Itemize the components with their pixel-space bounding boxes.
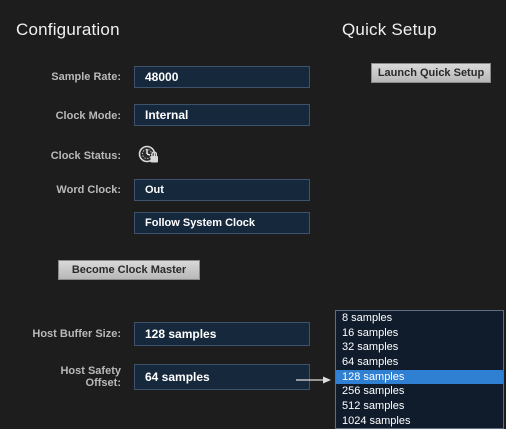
dropdown-option[interactable]: 32 samples (336, 340, 503, 355)
arrow-right-icon (296, 376, 331, 384)
configuration-title: Configuration (16, 20, 120, 39)
launch-quick-setup-button[interactable]: Launch Quick Setup (371, 63, 491, 83)
host-buffer-size-field[interactable]: 128 samples (134, 322, 310, 346)
host-safety-offset-label-line1: Host Safety (60, 365, 121, 377)
clock-locked-icon (138, 145, 158, 163)
dropdown-option[interactable]: 8 samples (336, 311, 503, 326)
clock-status-label: Clock Status: (50, 150, 121, 162)
buffer-size-dropdown[interactable]: 8 samples 16 samples 32 samples 64 sampl… (335, 310, 504, 429)
become-clock-master-button[interactable]: Become Clock Master (58, 260, 200, 280)
dropdown-option[interactable]: 256 samples (336, 384, 503, 399)
dropdown-option[interactable]: 512 samples (336, 399, 503, 414)
clock-mode-label: Clock Mode: (55, 110, 121, 122)
word-clock-follow-field[interactable]: Follow System Clock (134, 212, 310, 234)
word-clock-field[interactable]: Out (134, 179, 310, 201)
dropdown-option[interactable]: 64 samples (336, 355, 503, 370)
sample-rate-field[interactable]: 48000 (134, 66, 310, 88)
quick-setup-title: Quick Setup (342, 20, 437, 39)
clock-mode-field[interactable]: Internal (134, 104, 310, 126)
dropdown-option[interactable]: 16 samples (336, 326, 503, 341)
host-safety-offset-label-line2: Offset: (85, 377, 121, 389)
dropdown-option[interactable]: 1024 samples (336, 414, 503, 428)
host-buffer-size-label: Host Buffer Size: (32, 328, 121, 340)
sample-rate-label: Sample Rate: (51, 71, 121, 83)
word-clock-label: Word Clock: (56, 184, 121, 196)
host-safety-offset-field[interactable]: 64 samples (134, 364, 310, 390)
dropdown-option-selected[interactable]: 128 samples (336, 369, 503, 385)
